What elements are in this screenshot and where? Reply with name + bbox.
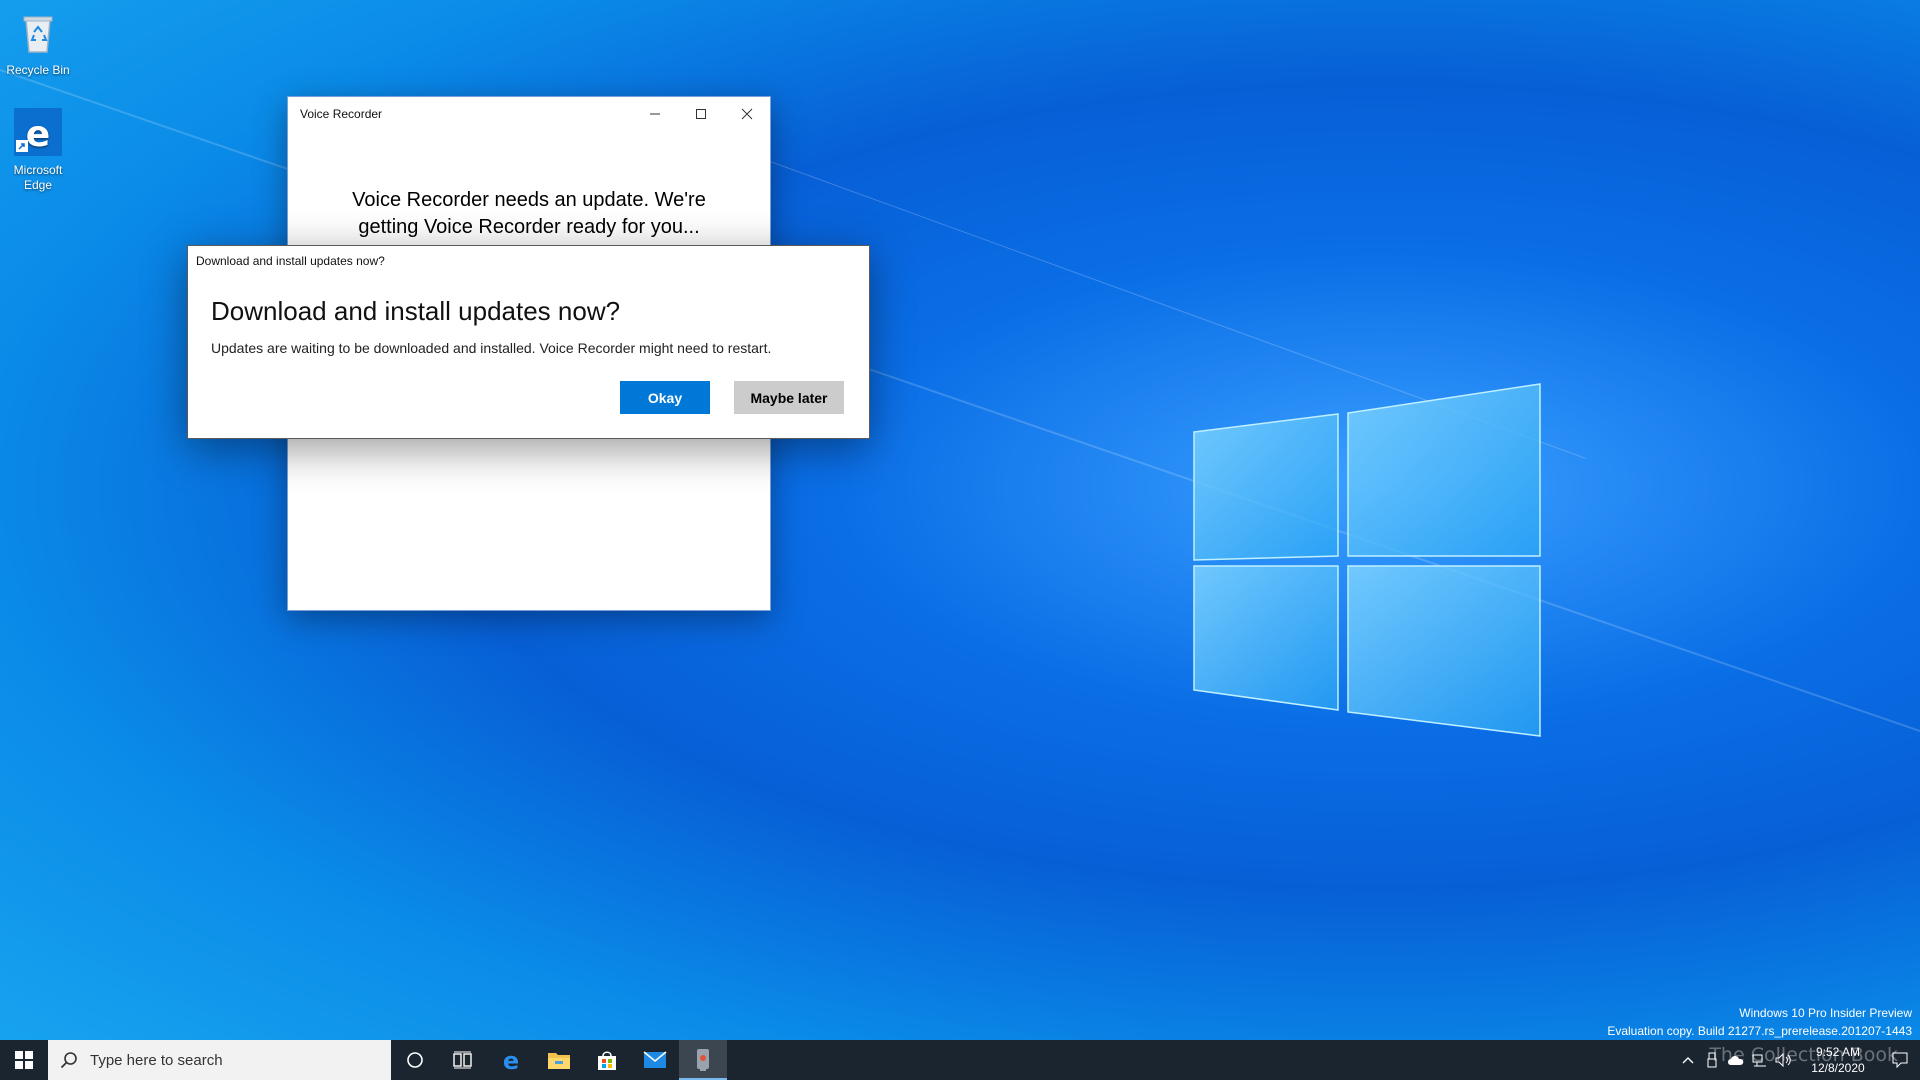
desktop-icon-edge[interactable]: e Microsoft Edge [0,108,78,193]
maximize-button[interactable] [678,97,724,131]
taskbar-search-box[interactable]: Type here to search [48,1040,391,1080]
windows-logo-wallpaper [1193,383,1541,737]
taskbar-store-button[interactable] [583,1040,631,1080]
title-bar[interactable]: Voice Recorder [288,97,770,131]
minimize-button[interactable] [632,97,678,131]
edge-icon: e [14,108,62,156]
dialog-text: Updates are waiting to be downloaded and… [211,340,772,356]
cortana-button[interactable] [391,1040,439,1080]
mail-icon [643,1051,667,1068]
store-icon [598,1051,616,1070]
task-view-button[interactable] [439,1040,487,1080]
file-explorer-icon [548,1053,570,1069]
close-icon [741,108,753,120]
cortana-icon [407,1052,423,1068]
task-view-icon [453,1051,472,1069]
update-message: Voice Recorder needs an update. We're ge… [288,187,770,241]
taskbar-mail-button[interactable] [631,1040,679,1080]
svg-text:e: e [26,114,50,155]
taskbar-edge-button[interactable]: e [487,1040,535,1080]
maximize-icon [696,109,706,119]
build-watermark: Windows 10 Pro Insider Preview Evaluatio… [1607,1004,1912,1040]
update-message-line: getting Voice Recorder ready for you... [358,216,700,238]
show-hidden-icons-button[interactable] [1676,1040,1700,1080]
chevron-up-icon [1682,1057,1694,1064]
desktop-icon-label: Microsoft Edge [13,163,63,192]
taskbar-voice-recorder-button[interactable] [679,1040,727,1080]
minimize-icon [650,113,660,115]
update-message-line: Voice Recorder needs an update. We're [352,189,706,211]
desktop-icon-label: Recycle Bin [6,63,70,77]
maybe-later-button[interactable]: Maybe later [734,381,844,414]
taskbar: Type here to search e 9:52 AM 12/8/2020 [0,1040,1920,1080]
update-dialog[interactable]: Download and install updates now? Downlo… [187,245,870,439]
recycle-bin-icon [23,16,53,53]
voice-recorder-icon [697,1049,709,1071]
windows-start-icon [15,1051,33,1069]
okay-button[interactable]: Okay [620,381,710,414]
watermark-line: Evaluation copy. Build 21277.rs_prerelea… [1607,1024,1912,1038]
dialog-heading: Download and install updates now? [211,296,621,326]
close-button[interactable] [724,97,770,131]
desktop: Recycle Bin e Microsoft Edge Voice Recor… [0,0,1920,1040]
svg-text:e: e [503,1048,519,1072]
desktop-icon-recycle-bin[interactable]: Recycle Bin [0,8,78,78]
taskbar-file-explorer-button[interactable] [535,1040,583,1080]
watermark-line: Windows 10 Pro Insider Preview [1739,1006,1912,1020]
search-placeholder: Type here to search [90,1051,223,1069]
window-title: Voice Recorder [300,107,383,121]
edge-icon: e [503,1048,519,1072]
search-icon [60,1052,77,1069]
brand-watermark: The Collection Book [1709,1044,1898,1066]
start-button[interactable] [0,1040,48,1080]
dialog-caption: Download and install updates now? [196,254,385,268]
